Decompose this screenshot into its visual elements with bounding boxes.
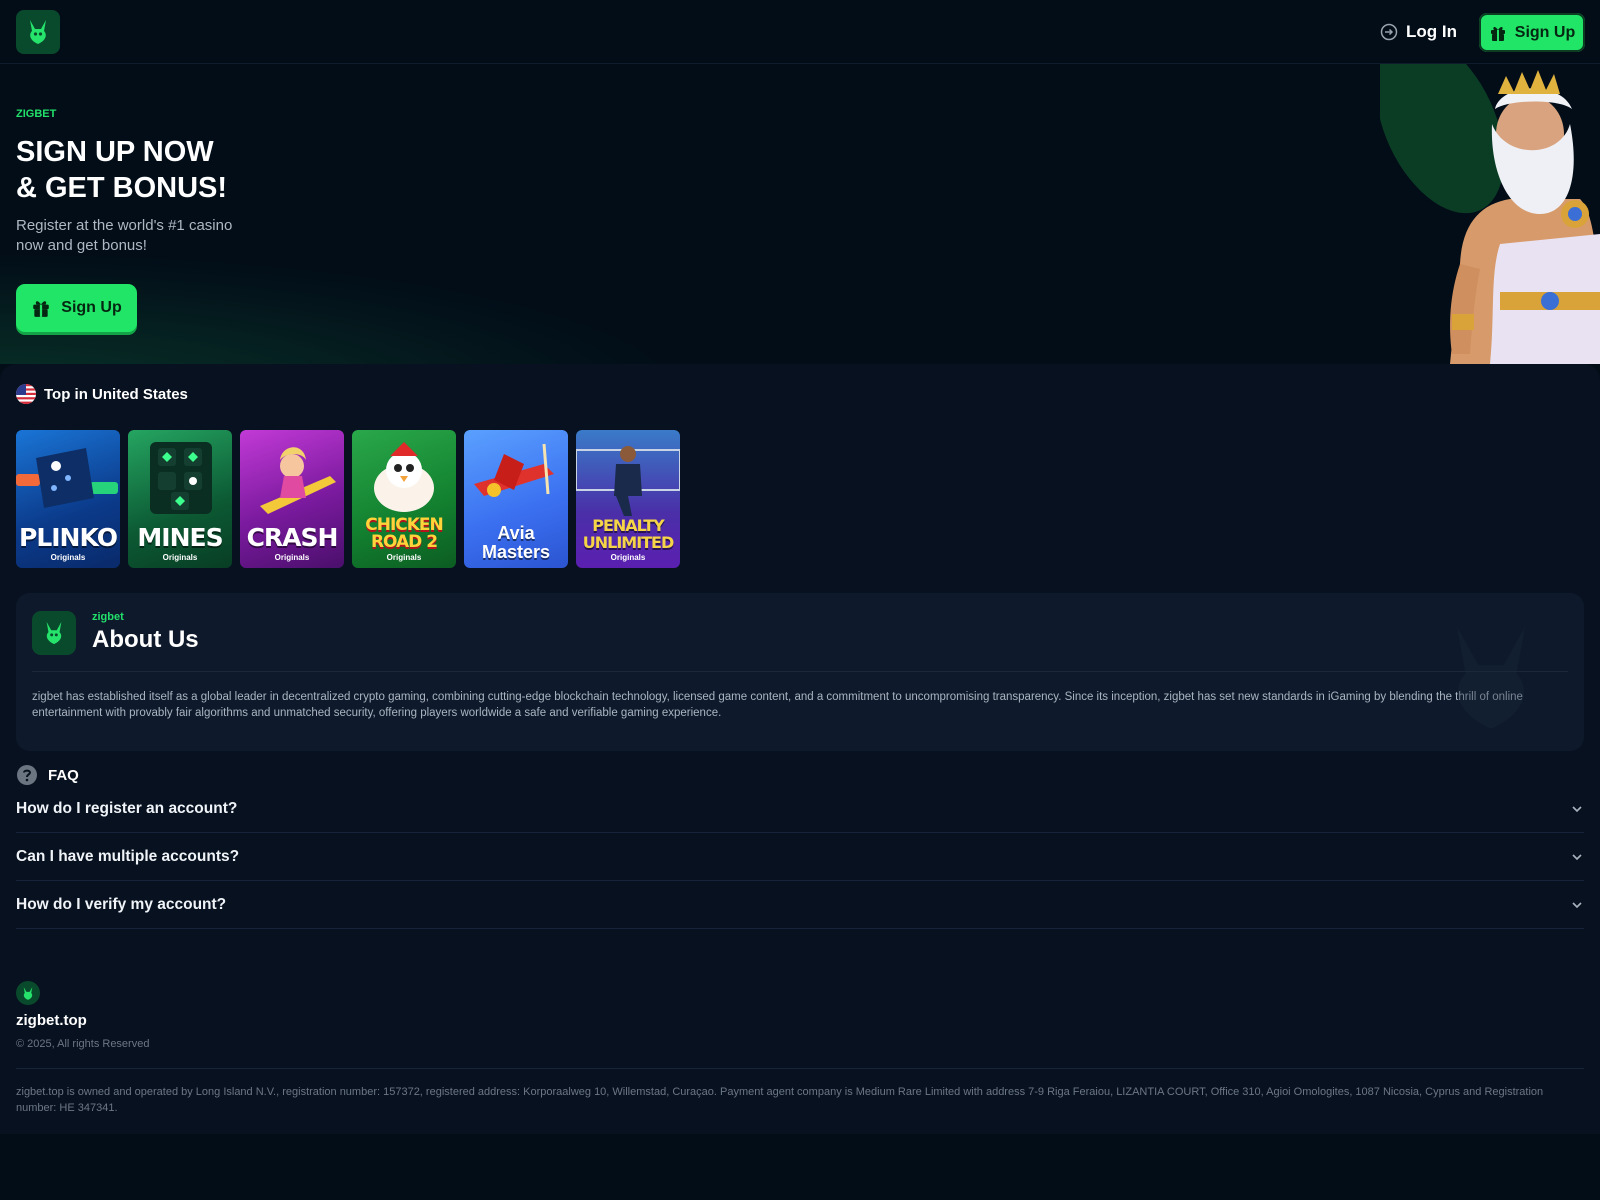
gift-icon	[1490, 26, 1505, 41]
hero-signup-label: Sign Up	[61, 299, 122, 316]
question-circle-icon	[17, 765, 37, 785]
about-title: About Us	[92, 626, 199, 653]
game-tag: Originals	[386, 553, 422, 562]
login-button[interactable]: Log In	[1380, 18, 1460, 46]
faq-item[interactable]: How do I verify my account?	[16, 881, 1584, 929]
game-card-penalty-unlimited[interactable]: PENALTY UNLIMITED Originals	[576, 430, 680, 568]
rabbit-watermark-icon	[1457, 627, 1525, 729]
crash-artwork	[260, 447, 336, 514]
rabbit-logo-icon	[30, 20, 46, 44]
chevron-down-icon	[1572, 853, 1582, 860]
footer-legal-text: zigbet.top is owned and operated by Long…	[16, 1086, 1544, 1114]
main-panel: Top in United States PLINKO Originals MI…	[0, 364, 1600, 1134]
divider	[16, 1068, 1584, 1069]
game-tag: Originals	[274, 553, 310, 562]
signup-label: Sign Up	[1514, 23, 1576, 41]
chicken-artwork	[374, 442, 434, 512]
faq-item[interactable]: Can I have multiple accounts?	[16, 833, 1584, 881]
chevron-down-icon	[1572, 901, 1582, 908]
game-card-crash[interactable]: CRASH Originals	[240, 430, 344, 568]
login-label: Log In	[1406, 22, 1457, 41]
game-card-avia-masters[interactable]: Avia Masters	[464, 430, 568, 568]
hero-title-line2: & GET BONUS!	[16, 172, 228, 204]
hero-title-line1: SIGN UP NOW	[16, 136, 214, 168]
game-tag: Originals	[162, 553, 198, 562]
footer-site-name: zigbet.top	[16, 1012, 87, 1029]
plinko-artwork	[16, 448, 118, 508]
game-card-plinko[interactable]: PLINKO Originals	[16, 430, 120, 568]
divider	[32, 671, 1568, 672]
footballer-artwork	[576, 446, 680, 516]
faq-item[interactable]: How do I register an account?	[16, 785, 1584, 833]
faq-question: Can I have multiple accounts?	[16, 847, 240, 865]
game-title: CRASH	[246, 523, 339, 552]
game-title: PENALTY UNLIMITED	[582, 516, 675, 552]
top-games-list: PLINKO Originals MINES Originals CRASH O…	[16, 430, 680, 568]
faq-title: FAQ	[48, 766, 79, 784]
about-card: zigbet About Us zigbet has established i…	[16, 593, 1584, 751]
about-text: zigbet has established itself as a globa…	[32, 691, 1523, 719]
game-tag: Originals	[50, 553, 86, 562]
hero-subtitle: Register at the world's #1 casino now an…	[16, 217, 233, 254]
footer-copyright: © 2025, All rights Reserved	[16, 1038, 150, 1050]
hero-title: SIGN UP NOW & GET BONUS!	[16, 134, 276, 206]
hero-signup-button[interactable]: Sign Up	[16, 284, 137, 332]
top-header: Log In Sign Up	[0, 0, 1600, 64]
game-tag: Originals	[610, 553, 646, 562]
game-card-mines[interactable]: MINES Originals	[128, 430, 232, 568]
zeus-character-illustration	[1380, 64, 1600, 364]
logo[interactable]	[16, 10, 60, 54]
game-title: PLINKO	[19, 523, 118, 552]
about-brand: zigbet	[92, 611, 124, 623]
top-games-title: Top in United States	[44, 385, 188, 403]
rabbit-logo-icon	[23, 986, 33, 1000]
game-title: CHICKEN ROAD 2	[365, 515, 444, 552]
hero-brand: ZIGBET	[16, 108, 57, 120]
gift-icon	[33, 301, 50, 317]
chevron-down-icon	[1572, 805, 1582, 812]
game-title: MINES	[137, 523, 223, 552]
game-card-chicken-road-2[interactable]: CHICKEN ROAD 2 Originals	[352, 430, 456, 568]
hero-banner: ZIGBET SIGN UP NOW & GET BONUS! Register…	[0, 64, 1600, 364]
faq-header: FAQ	[16, 764, 79, 786]
about-logo	[32, 611, 76, 655]
game-title: Avia Masters	[481, 523, 551, 562]
mines-artwork	[150, 442, 212, 514]
faq-question: How do I verify my account?	[16, 895, 227, 913]
rabbit-logo-icon	[46, 621, 62, 645]
plane-artwork	[474, 443, 554, 497]
us-flag-icon	[16, 384, 36, 404]
footer-logo[interactable]	[16, 981, 40, 1005]
signup-button[interactable]: Sign Up	[1479, 13, 1585, 52]
top-games-header: Top in United States	[16, 384, 188, 404]
faq-question: How do I register an account?	[16, 799, 238, 817]
login-arrow-icon	[1380, 23, 1398, 41]
